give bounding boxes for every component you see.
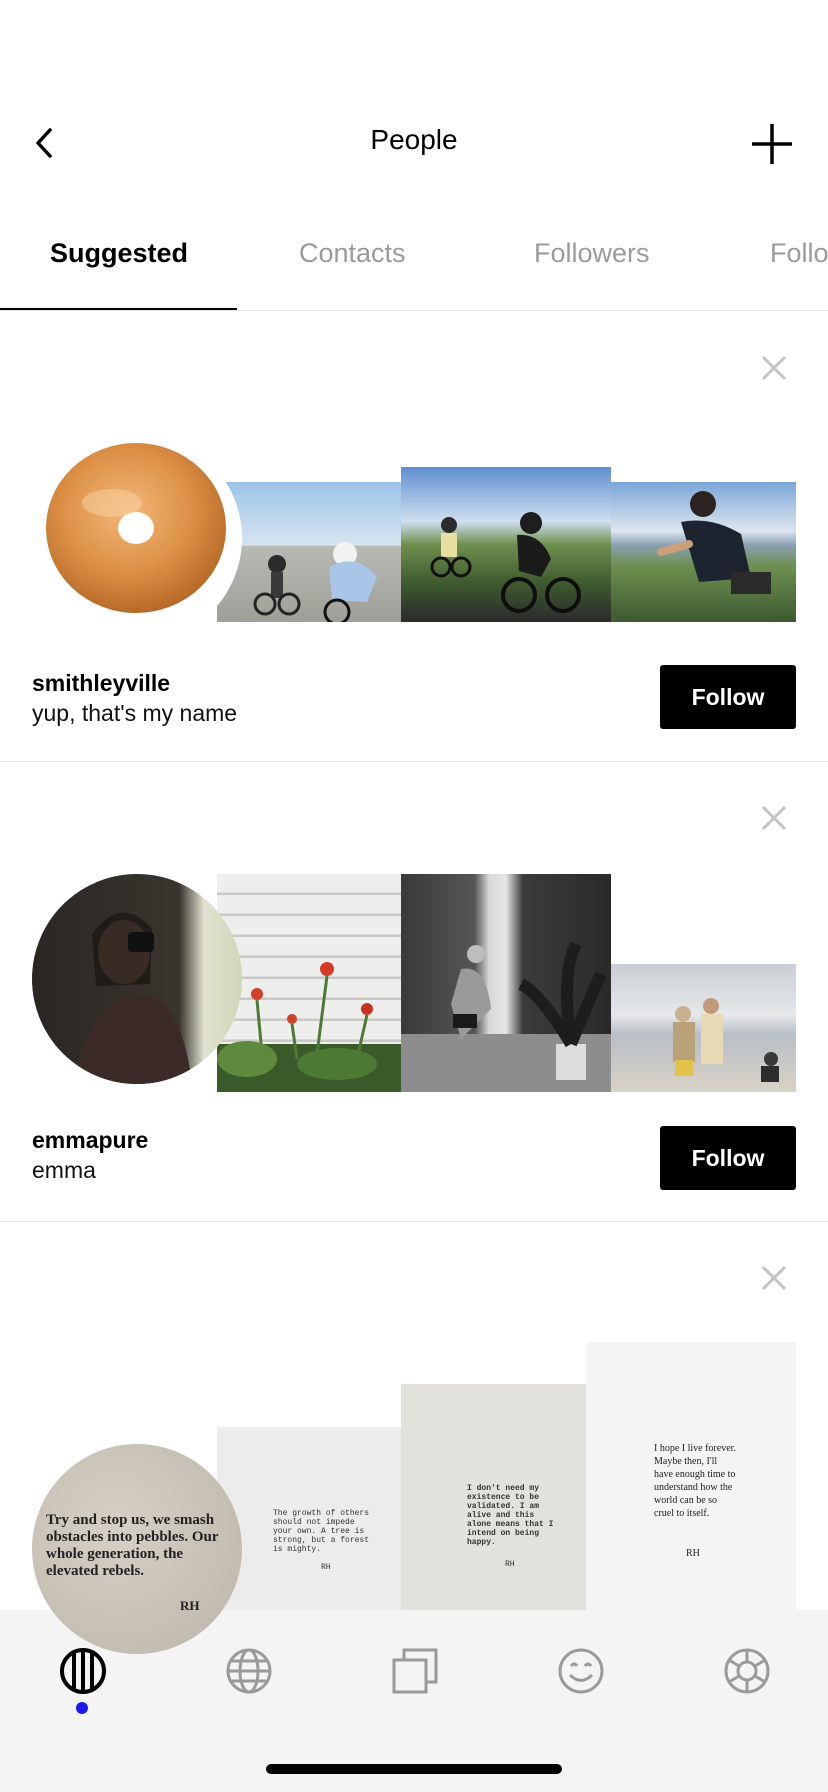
quote-signature: RH — [505, 1560, 515, 1569]
suggestion-card: emmapure emma Follow — [0, 762, 828, 1222]
avatar-quote: Try and stop us, we smash obstacles into… — [46, 1512, 219, 1579]
photo-collage[interactable]: Try and stop us, we smash obstacles into… — [32, 1332, 796, 1654]
display-name: yup, that's my name — [32, 700, 238, 726]
photo-quote-2[interactable]: I don't need my existence to be validate… — [401, 1384, 611, 1610]
add-person-icon[interactable] — [750, 122, 794, 166]
collections-icon[interactable] — [390, 1646, 440, 1696]
page-title: People — [370, 124, 458, 155]
follow-button[interactable]: Follow — [660, 665, 796, 729]
quote-signature: RH — [321, 1563, 331, 1572]
username[interactable]: smithleyville — [32, 670, 170, 697]
photo-cyclists-1[interactable] — [217, 482, 401, 622]
quote-text: I hope I live forever. Maybe then, I'll … — [654, 1443, 736, 1519]
globe-icon[interactable] — [224, 1646, 274, 1696]
dismiss-icon[interactable] — [760, 1264, 788, 1292]
avatar[interactable]: Try and stop us, we smash obstacles into… — [32, 1444, 242, 1654]
tab-suggested[interactable]: Suggested — [50, 238, 188, 269]
avatar[interactable] — [32, 433, 242, 643]
tab-contacts[interactable]: Contacts — [299, 238, 406, 269]
photo-cyclists-2[interactable] — [401, 467, 611, 622]
feed-icon[interactable] — [58, 1646, 108, 1696]
photo-flowers[interactable] — [217, 874, 401, 1092]
avatar-signature: RH — [180, 1598, 200, 1613]
tab-following[interactable]: Follo — [770, 238, 828, 269]
dismiss-icon[interactable] — [760, 354, 788, 382]
settings-icon[interactable] — [722, 1646, 772, 1696]
quote-text: The growth of others should not impede y… — [273, 1509, 370, 1554]
quote-text: I don't need my existence to be validate… — [467, 1484, 554, 1547]
quote-signature: RH — [686, 1548, 700, 1559]
dismiss-icon[interactable] — [760, 804, 788, 832]
photo-collage[interactable] — [32, 433, 796, 643]
photo-collage[interactable] — [32, 874, 796, 1094]
photo-cyclist-3[interactable] — [611, 482, 796, 622]
suggestion-card: smithleyville yup, that's my name Follow — [0, 311, 828, 762]
home-indicator — [266, 1764, 562, 1774]
photo-quote-1[interactable]: The growth of others should not impede y… — [217, 1427, 401, 1610]
tab-followers[interactable]: Followers — [534, 238, 650, 269]
display-name: emma — [32, 1157, 96, 1183]
smiley-icon[interactable] — [556, 1646, 606, 1696]
photo-quote-3[interactable]: I hope I live forever. Maybe then, I'll … — [586, 1342, 796, 1610]
username[interactable]: emmapure — [32, 1127, 148, 1154]
active-indicator-dot — [76, 1702, 88, 1714]
photo-beach-people[interactable] — [611, 964, 796, 1092]
top-header: People — [0, 96, 828, 192]
follow-button[interactable]: Follow — [660, 1126, 796, 1190]
people-tabs: Suggested Contacts Followers Follo — [0, 212, 828, 311]
suggestion-card: Try and stop us, we smash obstacles into… — [0, 1222, 828, 1654]
avatar[interactable] — [32, 874, 242, 1084]
photo-woman-plant[interactable] — [401, 874, 611, 1092]
donut-image — [46, 443, 226, 613]
portrait-image — [72, 912, 192, 1084]
